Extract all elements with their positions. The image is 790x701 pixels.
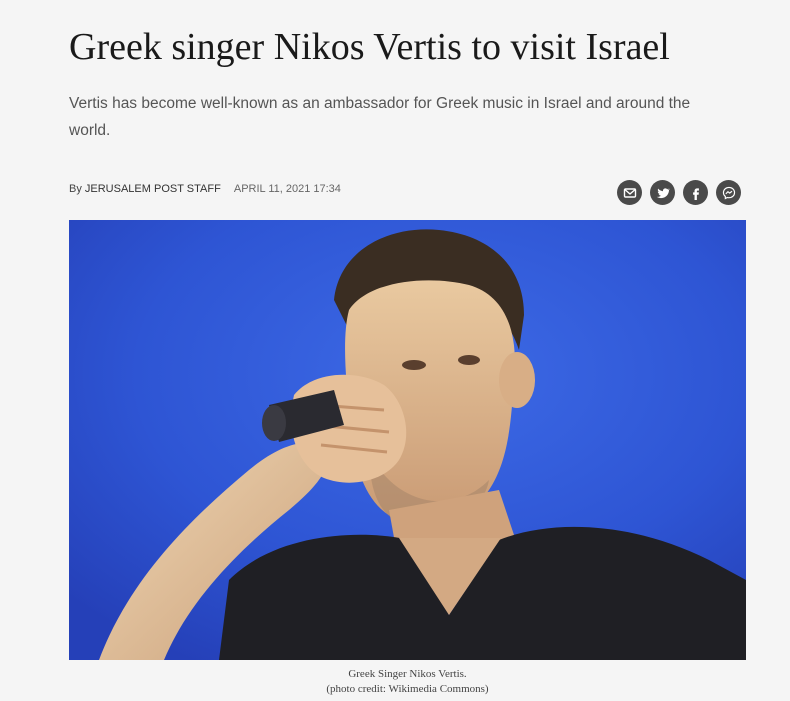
publish-date: APRIL 11, 2021 17:34 — [233, 183, 341, 195]
photo-caption: Greek Singer Nikos Vertis. (photo credit… — [69, 667, 746, 697]
share-twitter-button[interactable] — [650, 180, 675, 205]
article-subheadline: Vertis has become well-known as an ambas… — [69, 95, 691, 139]
email-icon — [623, 187, 636, 198]
share-facebook-button[interactable] — [683, 180, 708, 205]
messenger-icon — [722, 186, 735, 200]
article-headline: Greek singer Nikos Vertis to visit Israe… — [69, 26, 670, 68]
photo-caption-title: Greek Singer Nikos Vertis. — [348, 668, 467, 680]
photo-credit: (photo credit: Wikimedia Commons) — [326, 683, 489, 695]
share-buttons — [617, 180, 741, 205]
twitter-icon — [656, 187, 670, 198]
byline-prefix: By — [69, 183, 82, 195]
article-page: Greek singer Nikos Vertis to visit Israe… — [0, 0, 790, 701]
byline: By JERUSALEM POST STAFF APRIL 11, 2021 1… — [69, 183, 341, 195]
article-photo — [69, 220, 746, 660]
singer-photo-image — [69, 220, 746, 660]
author-link[interactable]: JERUSALEM POST STAFF — [85, 183, 221, 195]
facebook-icon — [692, 187, 699, 200]
share-messenger-button[interactable] — [716, 180, 741, 205]
share-email-button[interactable] — [617, 180, 642, 205]
